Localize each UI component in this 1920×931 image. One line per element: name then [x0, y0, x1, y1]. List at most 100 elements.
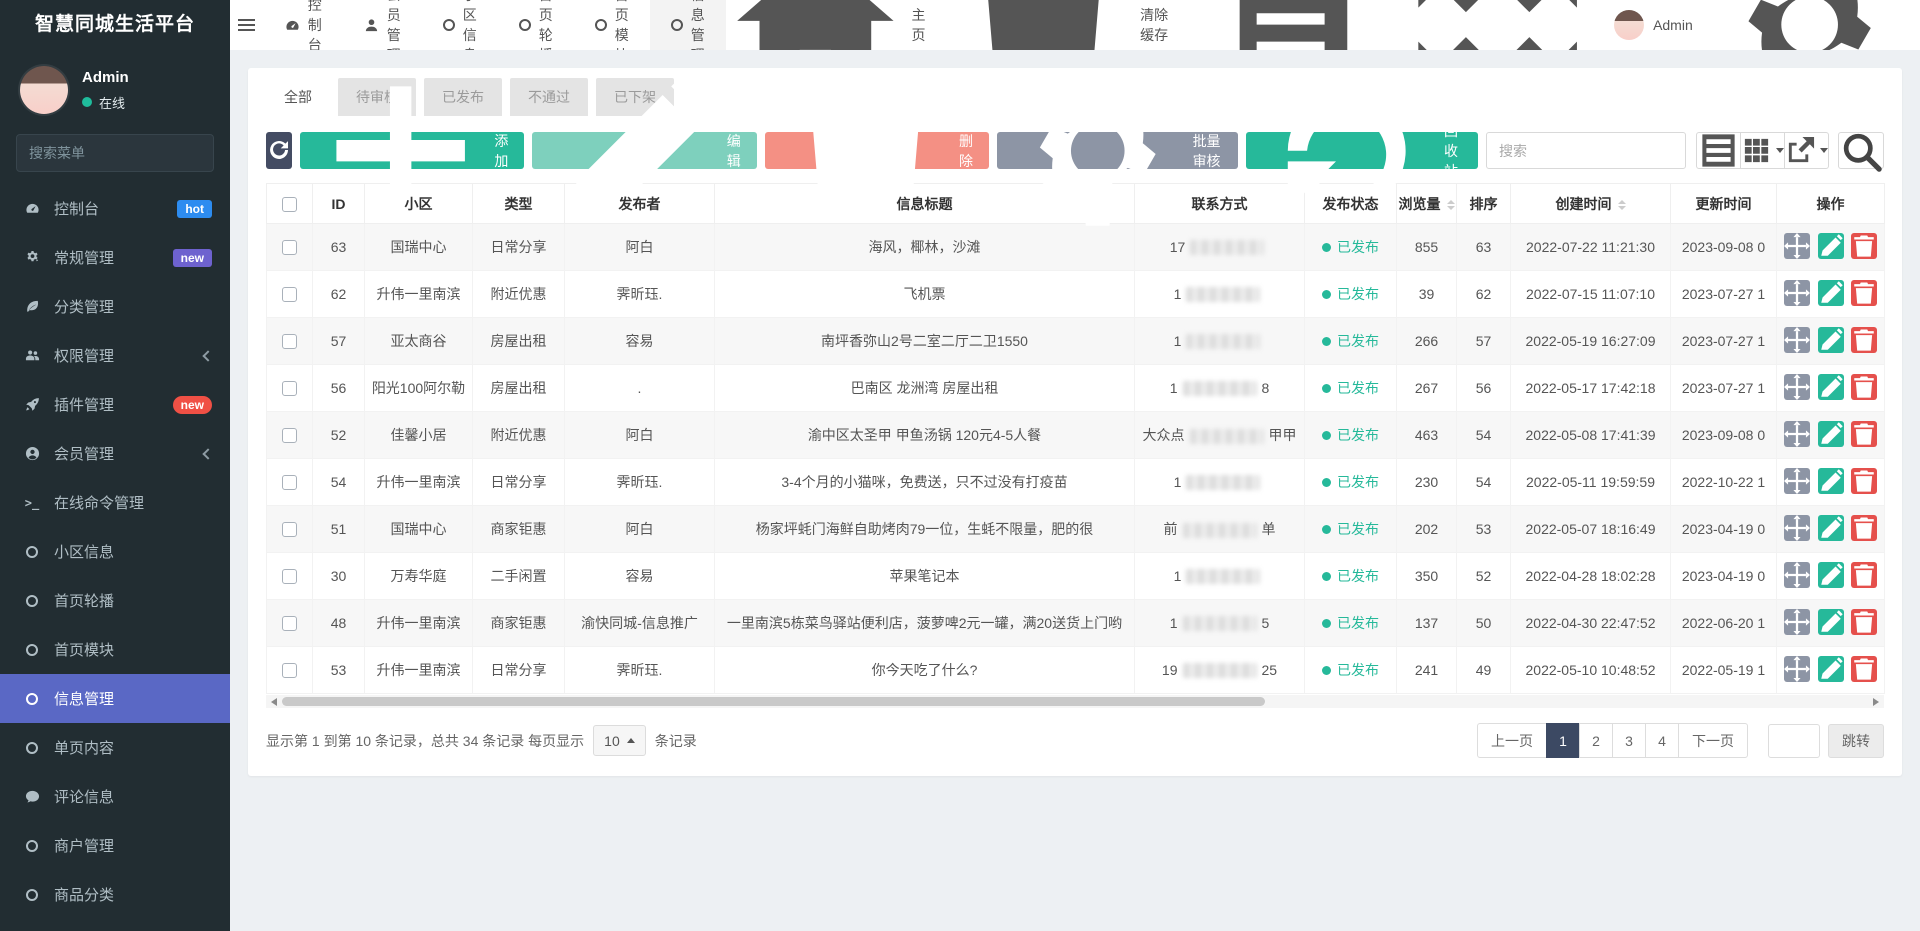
sidebar-item[interactable]: >_ 在线命令管理	[0, 478, 230, 527]
delete-button[interactable]: 删除	[764, 80, 990, 221]
move-button[interactable]	[1783, 467, 1810, 494]
user-menu[interactable]: Admin	[1614, 10, 1693, 40]
row-checkbox[interactable]	[282, 569, 297, 585]
topbar-tab[interactable]: 会员管理	[343, 0, 422, 63]
sidebar-item[interactable]: 评论信息	[0, 772, 230, 821]
scroll-left-button[interactable]	[266, 697, 282, 706]
table-search-input[interactable]	[1486, 132, 1686, 169]
row-edit-button[interactable]	[1817, 561, 1844, 588]
scrollbar-thumb[interactable]	[282, 697, 1266, 706]
row-checkbox[interactable]	[282, 522, 297, 538]
jump-button[interactable]: 跳转	[1828, 723, 1884, 758]
row-edit-button[interactable]	[1817, 232, 1844, 259]
gauge-icon	[285, 18, 300, 33]
move-icon	[1783, 655, 1810, 682]
export-button[interactable]	[1784, 132, 1829, 169]
row-edit-button[interactable]	[1817, 514, 1844, 541]
row-checkbox[interactable]	[282, 381, 297, 397]
row-delete-button[interactable]	[1851, 561, 1878, 588]
menu-search-input[interactable]	[29, 145, 210, 161]
topbar-tab[interactable]: 控制台	[264, 0, 343, 53]
search-button[interactable]	[1838, 132, 1884, 172]
row-edit-button[interactable]	[1817, 373, 1844, 400]
recycle-bin-button[interactable]: 回收站	[1245, 91, 1478, 210]
cell-sort: 53	[1456, 505, 1511, 553]
row-edit-button[interactable]	[1817, 326, 1844, 353]
move-button[interactable]	[1783, 514, 1810, 541]
page-size-select[interactable]: 10	[593, 725, 646, 756]
move-button[interactable]	[1783, 232, 1810, 259]
sidebar-item[interactable]: 插件管理 new	[0, 380, 230, 429]
detail-view-button[interactable]	[1696, 132, 1741, 169]
sidebar-item[interactable]: 首页模块	[0, 625, 230, 674]
sidebar-item[interactable]: 信息管理	[0, 674, 230, 723]
move-button[interactable]	[1783, 326, 1810, 353]
row-delete-button[interactable]	[1851, 514, 1878, 541]
chevron-left-icon	[202, 349, 214, 362]
refresh-button[interactable]	[266, 132, 293, 169]
row-delete-button[interactable]	[1851, 279, 1878, 306]
row-checkbox[interactable]	[282, 240, 297, 256]
sidebar-item[interactable]: 分类管理	[0, 282, 230, 331]
page-button[interactable]: 1	[1546, 723, 1580, 758]
sidebar-item[interactable]: 小区信息	[0, 527, 230, 576]
row-edit-button[interactable]	[1817, 655, 1844, 682]
sidebar-item[interactable]: 控制台 hot	[0, 184, 230, 233]
add-button[interactable]: 添加	[300, 86, 525, 215]
move-button[interactable]	[1783, 373, 1810, 400]
sidebar-item-label: 商户管理	[54, 838, 115, 855]
page-button[interactable]: 4	[1645, 723, 1679, 758]
sidebar-item[interactable]: 权限管理	[0, 331, 230, 380]
topbar-tab[interactable]: 信息管理	[649, 0, 726, 63]
horizontal-scrollbar[interactable]	[266, 695, 1884, 708]
row-checkbox[interactable]	[282, 428, 297, 444]
row-checkbox[interactable]	[282, 475, 297, 491]
move-button[interactable]	[1783, 608, 1810, 635]
row-checkbox[interactable]	[282, 334, 297, 350]
row-delete-button[interactable]	[1851, 232, 1878, 259]
sidebar-item[interactable]: 商户管理	[0, 821, 230, 870]
move-button[interactable]	[1783, 279, 1810, 306]
cell-views: 463	[1396, 411, 1457, 459]
topbar-tab[interactable]: 首页模块	[574, 0, 650, 63]
sidebar-item[interactable]: 常规管理 new	[0, 233, 230, 282]
scroll-right-button[interactable]	[1868, 697, 1884, 706]
prev-page-button[interactable]: 上一页	[1477, 723, 1547, 758]
cell-id: 57	[312, 317, 365, 365]
page-button[interactable]: 3	[1612, 723, 1646, 758]
row-delete-button[interactable]	[1851, 608, 1878, 635]
row-delete-button[interactable]	[1851, 655, 1878, 682]
move-button[interactable]	[1783, 655, 1810, 682]
row-delete-button[interactable]	[1851, 326, 1878, 353]
sidebar-item[interactable]: 单页内容	[0, 723, 230, 772]
move-button[interactable]	[1783, 561, 1810, 588]
row-edit-button[interactable]	[1817, 467, 1844, 494]
row-edit-button[interactable]	[1817, 608, 1844, 635]
sidebar-item[interactable]: 商品分类	[0, 870, 230, 919]
sidebar-toggle-button[interactable]	[230, 0, 264, 50]
sidebar-item[interactable]: 首页轮播	[0, 576, 230, 625]
row-edit-button[interactable]	[1817, 420, 1844, 447]
page-button[interactable]: 2	[1579, 723, 1613, 758]
row-checkbox[interactable]	[282, 287, 297, 303]
edit-button[interactable]: 编辑	[532, 73, 757, 215]
cell-status: 已发布	[1304, 411, 1397, 459]
move-button[interactable]	[1783, 420, 1810, 447]
col-created-sortable[interactable]: 创建时间	[1510, 183, 1671, 224]
columns-button[interactable]	[1740, 132, 1785, 169]
scrollbar-track[interactable]	[282, 695, 1868, 708]
row-delete-button[interactable]	[1851, 467, 1878, 494]
row-edit-button[interactable]	[1817, 279, 1844, 306]
row-checkbox[interactable]	[282, 616, 297, 632]
topbar-tab[interactable]: 首页轮播	[498, 0, 574, 63]
redacted-contact	[1186, 569, 1261, 585]
row-checkbox[interactable]	[282, 663, 297, 679]
topbar-tab[interactable]: 小区信息	[422, 0, 498, 63]
batch-audit-button[interactable]: 批量审核	[997, 75, 1238, 226]
sidebar-item[interactable]: 会员管理	[0, 429, 230, 478]
select-all-checkbox[interactable]	[282, 196, 297, 212]
row-delete-button[interactable]	[1851, 373, 1878, 400]
next-page-button[interactable]: 下一页	[1678, 723, 1748, 758]
jump-page-input[interactable]	[1768, 723, 1820, 758]
row-delete-button[interactable]	[1851, 420, 1878, 447]
